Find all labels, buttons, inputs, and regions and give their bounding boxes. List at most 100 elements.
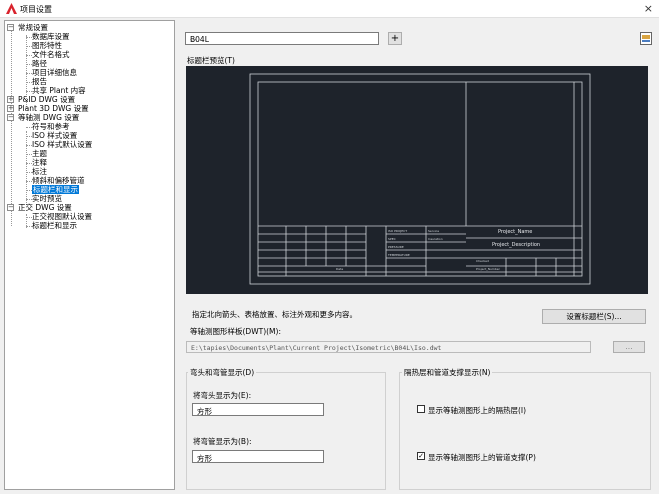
tree-item-label: 倾斜和偏移管道 <box>32 176 85 185</box>
tree-item-label: 标题栏和显示 <box>32 221 77 230</box>
svg-text:Checked: Checked <box>476 259 489 263</box>
tree-item-label: 标注 <box>32 167 47 176</box>
tree-guide-line <box>11 29 12 226</box>
tree-item[interactable]: 等轴测 DWG 设置 <box>18 113 79 122</box>
collapse-icon[interactable]: − <box>7 114 14 121</box>
template-label: 等轴测图形样板(DWT)(M): <box>190 327 281 336</box>
tree-connector <box>26 46 32 47</box>
tree-item[interactable]: 正交 DWG 设置 <box>18 203 72 212</box>
tree-connector <box>26 226 32 227</box>
tree-item-label: P&ID DWG 设置 <box>18 95 76 104</box>
tree-connector <box>26 154 32 155</box>
tree-connector <box>26 181 32 182</box>
title-block-drawing: ISO PROJECT Service SPEC Insulation PRES… <box>249 73 591 285</box>
tree-item[interactable]: 倾斜和偏移管道 <box>32 176 85 185</box>
tree-item[interactable]: 共享 Plant 内容 <box>32 86 86 95</box>
tree-item[interactable]: 主题 <box>32 149 47 158</box>
tree-item[interactable]: ISO 样式默认设置 <box>32 140 92 149</box>
tree-item-label: 正交 DWG 设置 <box>18 203 72 212</box>
svg-text:Insulation: Insulation <box>428 237 443 241</box>
insulation-group <box>399 372 651 490</box>
tree-connector <box>26 163 32 164</box>
tree-connector <box>26 91 32 92</box>
show-insulation-label: 显示等轴测图形上的隔热层(I) <box>428 406 527 415</box>
tree-item[interactable]: 标题栏和显示 <box>32 221 77 230</box>
chevron-down-icon: ⌵ <box>197 453 204 462</box>
settings-tree[interactable]: 常规设置 − 数据库设置 图形特性 文件名格式 路径 项目详细信息 报告 共享 Plant 内容… <box>4 20 175 490</box>
preview-project-description: Project_Description <box>492 242 540 248</box>
tree-connector <box>26 127 32 128</box>
tree-connector <box>26 217 32 218</box>
tree-item[interactable]: 符号和参考 <box>32 122 70 131</box>
tree-connector <box>26 190 32 191</box>
tree-item[interactable]: 路径 <box>32 59 47 68</box>
tree-item[interactable]: 常规设置 <box>18 23 48 32</box>
close-icon[interactable]: × <box>644 2 653 15</box>
svg-text:SPEC: SPEC <box>388 237 396 241</box>
tree-item[interactable]: Plant 3D DWG 设置 <box>18 104 89 113</box>
tree-item[interactable]: 文件名格式 <box>32 50 70 59</box>
svg-text:Project_Number: Project_Number <box>476 267 501 271</box>
svg-text:TEMPERATURE: TEMPERATURE <box>387 253 410 257</box>
preview-project-name: Project_Name <box>498 229 532 235</box>
browse-button[interactable]: ... <box>613 341 645 353</box>
tree-connector <box>26 82 32 83</box>
expand-icon[interactable]: + <box>7 105 14 112</box>
tree-connector <box>26 64 32 65</box>
tree-connector <box>26 172 32 173</box>
tree-item-label: 注释 <box>32 158 47 167</box>
tree-item-label: 数据库设置 <box>32 32 70 41</box>
tree-item-label: 报告 <box>32 77 47 86</box>
tree-item[interactable]: P&ID DWG 设置 <box>18 95 75 104</box>
template-path-field[interactable]: E:\tapies\Documents\Plant\Current Projec… <box>186 341 591 353</box>
collapse-icon[interactable]: − <box>7 24 14 31</box>
svg-text:PRESSURE: PRESSURE <box>388 245 404 249</box>
tree-item-label: 主题 <box>32 149 47 158</box>
tree-item[interactable]: 标注 <box>32 167 47 176</box>
tree-item[interactable]: 注释 <box>32 158 47 167</box>
bend-select[interactable]: 方形 ⌵ <box>192 450 324 463</box>
tree-item-label: 图形特性 <box>32 41 62 50</box>
tree-item[interactable]: 项目详细信息 <box>32 68 77 77</box>
setup-title-block-button[interactable]: 设置标题栏(S)... <box>542 309 646 324</box>
tree-connector <box>26 55 32 56</box>
expand-icon[interactable]: + <box>7 96 14 103</box>
tree-item-label: Plant 3D DWG 设置 <box>18 104 89 113</box>
tree-connector <box>26 136 32 137</box>
tree-item[interactable]: 实时预览 <box>32 194 62 203</box>
tree-connector <box>26 73 32 74</box>
tree-item[interactable]: 标题栏和显示 <box>32 185 79 194</box>
tree-connector <box>26 37 32 38</box>
collapse-icon[interactable]: − <box>7 204 14 211</box>
show-supports-checkbox[interactable]: ✓ <box>417 452 425 460</box>
tree-item[interactable]: 数据库设置 <box>32 32 70 41</box>
svg-text:Date: Date <box>336 267 343 271</box>
tree-connector <box>26 145 32 146</box>
help-icon[interactable] <box>640 32 652 45</box>
preview-label: 标题栏预览(T) <box>187 56 235 65</box>
tree-item-label: 文件名格式 <box>32 50 70 59</box>
elbow-select[interactable]: 方形 ⌵ <box>192 403 324 416</box>
tree-item-label: 实时预览 <box>32 194 62 203</box>
add-button[interactable]: + <box>388 32 402 45</box>
tree-connector <box>26 199 32 200</box>
tree-item[interactable]: 图形特性 <box>32 41 62 50</box>
title-block-select[interactable]: B04L ⌵ <box>185 32 379 45</box>
tree-item-label: 等轴测 DWG 设置 <box>18 113 80 122</box>
window-title: 项目设置 <box>20 5 52 14</box>
tree-item[interactable]: ISO 样式设置 <box>32 131 77 140</box>
tree-guide-line <box>26 131 27 205</box>
show-insulation-checkbox[interactable] <box>417 405 425 413</box>
tree-item-label: 符号和参考 <box>32 122 70 131</box>
chevron-down-icon: ⌵ <box>190 35 197 44</box>
title-block-preview: ISO PROJECT Service SPEC Insulation PRES… <box>186 66 648 294</box>
tree-item-label: 项目详细信息 <box>32 68 77 77</box>
elbow-label: 将弯头显示为(E): <box>193 391 252 400</box>
chevron-down-icon: ⌵ <box>197 406 204 415</box>
tree-item-label: 正交视图默认设置 <box>32 212 92 221</box>
elbow-group-title: 弯头和弯管显示(D) <box>188 367 257 378</box>
tree-item[interactable]: 正交视图默认设置 <box>32 212 92 221</box>
autocad-logo-icon <box>6 3 17 14</box>
tree-item[interactable]: 报告 <box>32 77 47 86</box>
show-supports-label: 显示等轴测图形上的管道支撑(P) <box>428 453 536 462</box>
